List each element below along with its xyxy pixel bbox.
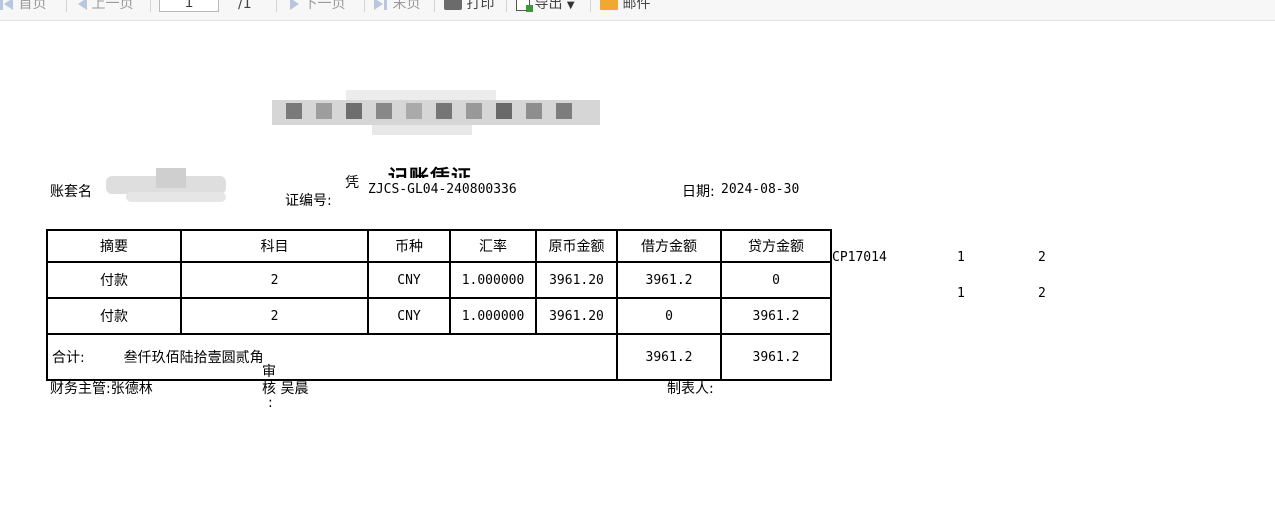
- toolbar-divider: [434, 0, 435, 12]
- total-amount-words: 叁仟玖佰陆拾壹圆贰角: [123, 350, 264, 366]
- subject-cell: 2: [180, 297, 369, 335]
- date-value: 2024-08-30: [721, 182, 800, 197]
- row-extra-value: 1: [957, 250, 965, 265]
- supervisor-label-text: 财务主管:: [50, 381, 111, 397]
- column-header: 贷方金额: [720, 229, 832, 263]
- toolbar-divider: [364, 0, 365, 12]
- toolbar-divider: [590, 0, 591, 12]
- last-page-icon: [374, 0, 388, 10]
- account-set-label: 账套名: [50, 184, 92, 200]
- currency-cell: CNY: [367, 297, 451, 335]
- dropdown-arrow-icon: ▼: [566, 0, 575, 11]
- redacted-account-set: [96, 164, 246, 210]
- debit-cell: 0: [616, 297, 722, 335]
- rate-cell: 1.000000: [449, 261, 537, 299]
- column-header: 原币金额: [535, 229, 618, 263]
- export-icon: [516, 0, 533, 12]
- voucher-document: 记账凭证 账套名 凭 证编号: ZJCS-GL04-240800336 日期: …: [0, 21, 1275, 513]
- table-row: 付款 2 CNY 1.000000 3961.20 3961.2 0: [46, 261, 832, 299]
- column-header: 借方金额: [616, 229, 722, 263]
- first-page-label: 首页: [18, 0, 47, 12]
- row-extra-value: 1: [957, 286, 965, 301]
- column-header: 科目: [180, 229, 369, 263]
- total-cell: 合计: 叁仟玖佰陆拾壹圆贰角: [46, 333, 618, 381]
- total-credit-cell: 3961.2: [720, 333, 832, 381]
- next-page-icon: [290, 0, 299, 10]
- toolbar-divider: [506, 0, 507, 12]
- toolbar-divider: [66, 0, 67, 12]
- row-extra-code: CP17014: [832, 250, 887, 265]
- page-total: /1: [238, 0, 252, 12]
- supervisor-label: 财务主管:张德林: [50, 378, 153, 398]
- toolbar-divider: [276, 0, 277, 12]
- credit-cell: 0: [720, 261, 832, 299]
- row-extra-value: 2: [1038, 286, 1046, 301]
- next-page-label: 下一页: [303, 0, 346, 12]
- page-number-input[interactable]: [159, 0, 219, 12]
- first-page-icon: [0, 0, 14, 10]
- column-header: 汇率: [449, 229, 537, 263]
- mail-button[interactable]: 邮件: [600, 0, 650, 14]
- export-button[interactable]: 导出 ▼: [516, 0, 575, 14]
- last-page-button[interactable]: 末页: [374, 0, 420, 14]
- toolbar-divider: [150, 0, 151, 12]
- voucher-no-value: ZJCS-GL04-240800336: [368, 182, 517, 197]
- redacted-company-name: [272, 90, 600, 135]
- original-amount-cell: 3961.20: [535, 297, 618, 335]
- summary-cell: 付款: [46, 261, 182, 299]
- currency-cell: CNY: [367, 261, 451, 299]
- debit-cell: 3961.2: [616, 261, 722, 299]
- table-row: 付款 2 CNY 1.000000 3961.20 0 3961.2: [46, 297, 832, 335]
- summary-cell: 付款: [46, 297, 182, 335]
- export-label: 导出: [534, 0, 563, 12]
- prev-page-icon: [78, 0, 87, 10]
- print-label: 打印: [466, 0, 495, 12]
- next-page-button[interactable]: 下一页: [290, 0, 345, 14]
- subject-cell: 2: [180, 261, 369, 299]
- print-button[interactable]: 打印: [444, 0, 494, 14]
- mail-icon: [600, 0, 618, 10]
- first-page-button[interactable]: 首页: [0, 0, 46, 14]
- auditor-label-colon: :: [268, 395, 273, 411]
- supervisor-name: 张德林: [110, 381, 153, 397]
- mail-label: 邮件: [622, 0, 651, 12]
- total-label: 合计:: [52, 350, 85, 366]
- credit-cell: 3961.2: [720, 297, 832, 335]
- total-debit-cell: 3961.2: [616, 333, 722, 381]
- column-header: 币种: [367, 229, 451, 263]
- table-header-row: 摘要 科目 币种 汇率 原币金额 借方金额 贷方金额: [46, 229, 832, 263]
- preparer-label: 制表人:: [667, 381, 714, 397]
- column-header: 摘要: [46, 229, 182, 263]
- voucher-table: 摘要 科目 币种 汇率 原币金额 借方金额 贷方金额 付款 2 CNY 1.00…: [46, 229, 832, 381]
- original-amount-cell: 3961.20: [535, 261, 618, 299]
- report-toolbar: 首页 上一页 /1 下一页 末页 打印 导出 ▼ 邮件: [0, 0, 1275, 21]
- auditor-name: 吴晨: [280, 381, 309, 397]
- last-page-label: 末页: [392, 0, 421, 12]
- total-row: 合计: 叁仟玖佰陆拾壹圆贰角 3961.2 3961.2: [46, 333, 832, 381]
- prev-page-button[interactable]: 上一页: [78, 0, 133, 14]
- voucher-no-label: 证编号:: [285, 193, 332, 209]
- printer-icon: [444, 0, 462, 10]
- voucher-no-label-top: 凭: [345, 175, 359, 191]
- rate-cell: 1.000000: [449, 297, 537, 335]
- voucher-title: 记账凭证: [388, 165, 472, 178]
- date-label: 日期:: [682, 184, 715, 200]
- row-extra-value: 2: [1038, 250, 1046, 265]
- prev-page-label: 上一页: [91, 0, 134, 12]
